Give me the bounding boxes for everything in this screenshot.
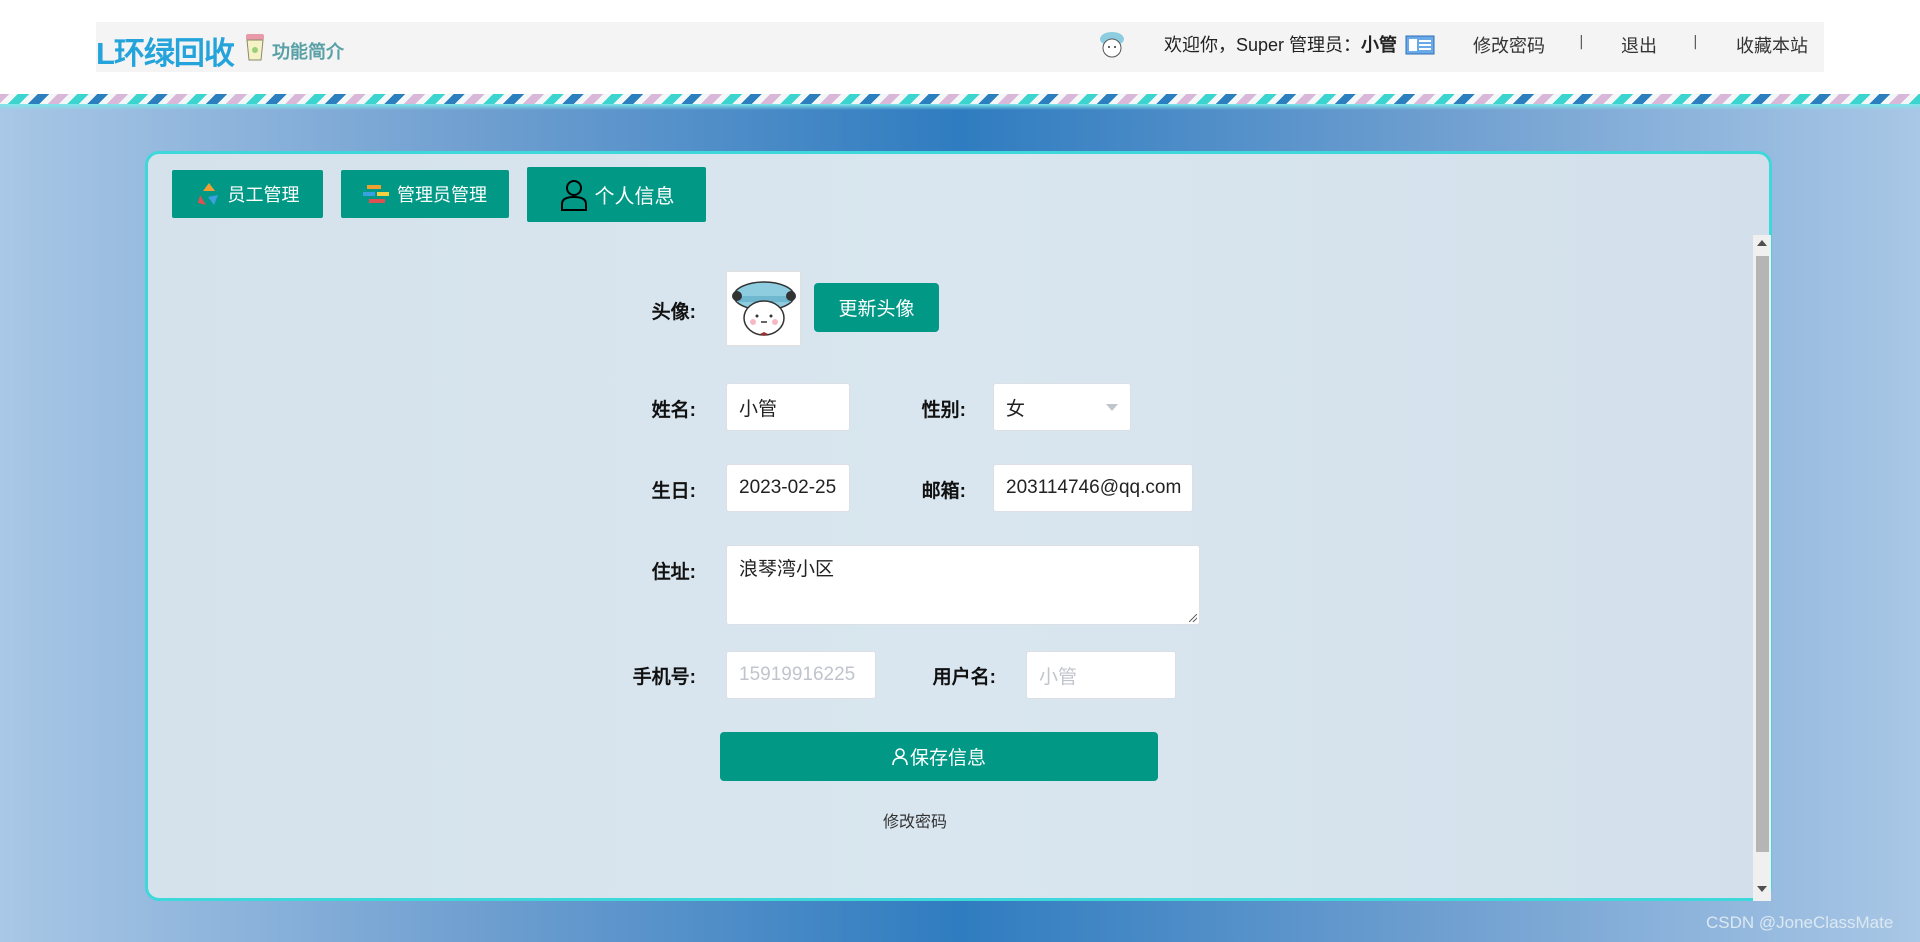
tab-personal-info[interactable]: 个人信息 [527, 167, 706, 222]
avatar-character-icon [732, 281, 796, 336]
name-label: 姓名: [651, 400, 696, 421]
birthday-input[interactable]: 2023-02-25 [726, 464, 850, 512]
gender-select[interactable]: 女 [993, 383, 1131, 431]
phone-input[interactable]: 15919916225 [726, 651, 876, 699]
id-card-icon[interactable] [1405, 35, 1435, 55]
chevron-down-icon [1106, 404, 1118, 411]
address-value: 浪琴湾小区 [739, 559, 835, 580]
address-label: 住址: [651, 562, 696, 583]
header-bar [96, 22, 1824, 72]
main-panel [145, 151, 1772, 901]
scroll-up-icon[interactable] [1757, 240, 1767, 246]
user-icon [560, 179, 587, 211]
tab-label: 管理员管理 [397, 185, 487, 205]
resize-handle-icon[interactable] [1189, 614, 1197, 622]
email-input[interactable]: 203114746@qq.com [993, 464, 1193, 512]
nav-separator: | [1693, 34, 1698, 50]
welcome-text: 欢迎你，Super 管理员：小管 [1164, 35, 1398, 55]
logout-link[interactable]: 退出 [1621, 32, 1657, 58]
scroll-down-icon[interactable] [1757, 886, 1767, 892]
gender-label: 性别: [921, 400, 966, 421]
scrollbar-thumb[interactable] [1756, 256, 1769, 852]
phone-label: 手机号: [632, 667, 696, 688]
address-textarea[interactable]: 浪琴湾小区 [726, 545, 1200, 625]
tab-label: 个人信息 [594, 186, 675, 208]
feature-intro-link[interactable]: 功能简介 [272, 38, 344, 64]
stripe-glow [0, 104, 1920, 110]
name-input[interactable]: 小管 [726, 383, 850, 431]
nav-separator: | [1579, 34, 1584, 50]
save-button-label: 保存信息 [909, 748, 986, 769]
birthday-label: 生日: [651, 481, 696, 502]
brand-logo-text[interactable]: L环绿回收 [96, 28, 235, 73]
watermark: CSDN @JoneClassMate [1706, 913, 1894, 932]
decorative-stripe [0, 94, 1920, 104]
email-label: 邮箱: [921, 481, 966, 502]
cup-icon [246, 34, 264, 61]
user-icon [892, 747, 908, 765]
tab-label: 员工管理 [227, 185, 300, 205]
avatar-image[interactable] [726, 271, 801, 346]
change-password-link[interactable]: 修改密码 [1473, 32, 1545, 58]
update-avatar-button[interactable]: 更新头像 [814, 283, 939, 332]
username-label: 用户名: [932, 667, 996, 688]
avatar-label: 头像: [651, 302, 696, 323]
tab-employee-management[interactable]: 员工管理 [172, 170, 323, 218]
username-input[interactable]: 小管 [1026, 651, 1176, 699]
recycle-icon [197, 183, 218, 205]
tab-admin-management[interactable]: 管理员管理 [341, 170, 509, 218]
save-info-button[interactable]: 保存信息 [720, 732, 1158, 781]
admin-icon [363, 185, 389, 203]
gender-selected-value: 女 [1006, 398, 1026, 420]
user-avatar-icon [1100, 32, 1124, 58]
bookmark-link[interactable]: 收藏本站 [1736, 32, 1808, 58]
change-password-link[interactable]: 修改密码 [883, 808, 947, 832]
